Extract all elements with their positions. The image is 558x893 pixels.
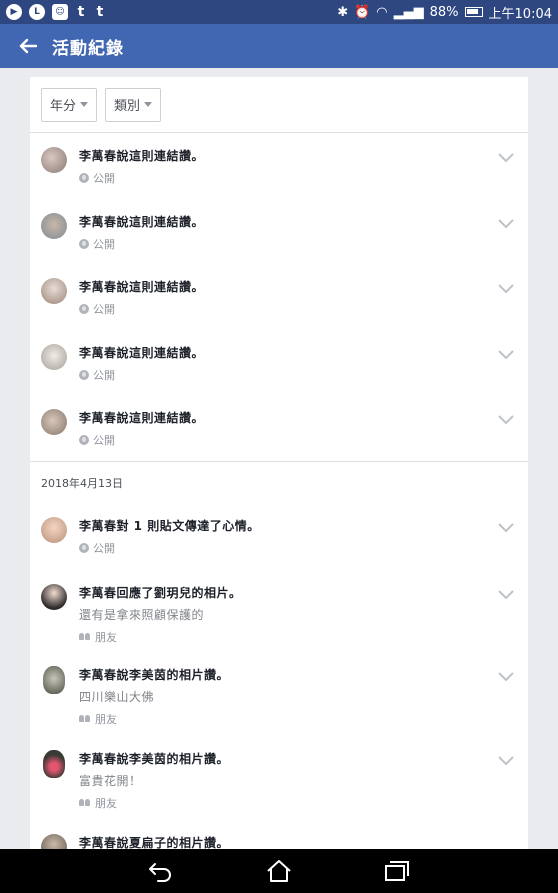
clock: 上午10:04 [488, 6, 552, 22]
app-bar: 活動紀錄 [0, 24, 558, 68]
dropdown-arrow-icon [144, 102, 153, 107]
back-icon [149, 863, 171, 882]
activity-item[interactable]: 李萬春說這則連結讚。 公開 [30, 199, 528, 265]
battery-icon [464, 7, 483, 17]
privacy-label: 朋友 [95, 630, 117, 644]
activity-item[interactable]: 李萬春說這則連結讚。 公開 [30, 395, 528, 461]
chevron-down-icon[interactable] [498, 522, 514, 533]
activity-title: 李萬春說這則連結讚。 [79, 149, 205, 163]
activity-item[interactable]: 李萬春說李美茵的相片讚。 四川樂山大佛 朋友 [30, 654, 528, 738]
privacy-label: 朋友 [95, 712, 117, 726]
avatar [41, 516, 67, 543]
chevron-down-icon[interactable] [498, 153, 514, 163]
year-filter-label: 年分 [50, 99, 77, 114]
category-filter-button[interactable]: 類別 [105, 87, 162, 122]
privacy-label: 公開 [93, 303, 115, 316]
friends-icon [79, 632, 91, 641]
activity-subtitle: 四川樂山大佛 [79, 689, 155, 704]
chevron-down-icon[interactable] [498, 415, 514, 425]
activity-title: 李萬春說李美茵的相片讚。 [79, 751, 230, 766]
avatar [41, 278, 67, 304]
activity-item[interactable]: 李萬春說這則連結讚。 公開 [30, 330, 528, 396]
app-icon: ☺ [52, 4, 68, 20]
activity-item[interactable]: 李萬春回應了劉玥兒的相片。 還有是拿來照顧保護的 朋友 [30, 570, 528, 654]
globe-icon [79, 542, 89, 553]
activity-item[interactable]: 李萬春說這則連結讚。 公開 [30, 264, 528, 330]
avatar [43, 665, 65, 694]
recents-icon [385, 861, 409, 881]
status-bar: ▶ L ☺ t t ✱ ⏰ ◠ ▂▄▆ 88% 上午10:04 [0, 0, 558, 24]
globe-icon [79, 369, 89, 380]
home-nav-button[interactable] [259, 855, 299, 887]
privacy-label: 朋友 [95, 796, 117, 810]
privacy-label: 公開 [93, 541, 115, 555]
friends-icon [79, 714, 91, 723]
friends-icon [79, 798, 91, 807]
chevron-down-icon[interactable] [498, 755, 514, 766]
recents-nav-button[interactable] [377, 855, 417, 887]
chevron-down-icon[interactable] [498, 349, 514, 360]
back-button[interactable] [10, 31, 46, 61]
activity-title: 李萬春說這則連結讚。 [79, 214, 205, 229]
activity-title: 李萬春說這則連結讚。 [79, 345, 205, 360]
activity-title: 李萬春說夏扁子的相片讚。 [79, 835, 230, 850]
privacy-label: 公開 [93, 434, 115, 447]
avatar [41, 833, 67, 849]
filter-bar: 年分 類別 [30, 77, 528, 133]
activity-title: 李萬春說這則連結讚。 [79, 411, 205, 425]
avatar [41, 212, 67, 239]
activity-item[interactable]: 李萬春對 1 則貼文傳達了心情。 公開 [30, 505, 528, 570]
avatar [41, 409, 67, 435]
bluetooth-icon: ✱ [337, 4, 349, 20]
activity-item[interactable]: 李萬春說這則連結讚。 公開 [30, 133, 528, 199]
wifi-icon: ◠ [376, 4, 388, 20]
activity-title: 李萬春說這則連結讚。 [79, 280, 205, 294]
activity-item[interactable]: 李萬春說李美茵的相片讚。 富貴花開！ 朋友 [30, 738, 528, 822]
avatar [43, 749, 65, 778]
year-filter-button[interactable]: 年分 [41, 87, 98, 122]
globe-icon [79, 238, 89, 249]
activity-title: 李萬春回應了劉玥兒的相片。 [79, 585, 242, 600]
globe-icon [79, 304, 89, 314]
privacy-label: 公開 [93, 237, 115, 251]
category-filter-label: 類別 [114, 99, 141, 114]
tumblr-icon: t [77, 4, 85, 20]
avatar [41, 147, 67, 173]
chevron-down-icon[interactable] [498, 589, 514, 600]
activity-title: 李萬春對 1 則貼文傳達了心情。 [79, 518, 260, 533]
avatar [41, 343, 67, 370]
tumblr-icon: t [96, 4, 104, 20]
navigation-bar [0, 849, 558, 893]
back-nav-button[interactable] [141, 855, 181, 887]
home-icon [267, 860, 291, 882]
privacy-label: 公開 [93, 368, 115, 382]
activity-title: 李萬春說李美茵的相片讚。 [79, 667, 230, 682]
activity-subtitle: 還有是拿來照顧保護的 [79, 607, 205, 622]
chevron-down-icon[interactable] [498, 671, 514, 682]
date-header: 2018年4月13日 [30, 460, 528, 505]
globe-icon [79, 435, 89, 445]
arrow-left-icon [19, 38, 37, 54]
chevron-down-icon[interactable] [498, 218, 514, 229]
avatar [41, 583, 67, 610]
activity-subtitle: 富貴花開！ [79, 773, 142, 788]
alarm-icon: ⏰ [354, 4, 371, 20]
chevron-down-icon[interactable] [498, 284, 514, 294]
activity-item[interactable]: 李萬春說夏扁子的相片讚。 [30, 822, 528, 850]
activity-log-card: 年分 類別 李萬春說這則連結讚。 公開 李萬春說這則連結讚。 公開 李萬春說這則… [30, 77, 528, 849]
dropdown-arrow-icon [80, 102, 89, 107]
signal-icon: ▂▄▆ [393, 4, 424, 20]
battery-percent: 88% [429, 4, 459, 20]
globe-icon [79, 173, 89, 183]
privacy-label: 公開 [93, 172, 115, 185]
play-icon: ▶ [6, 4, 22, 20]
page-title: 活動紀錄 [52, 38, 124, 59]
line-icon: L [29, 4, 45, 20]
